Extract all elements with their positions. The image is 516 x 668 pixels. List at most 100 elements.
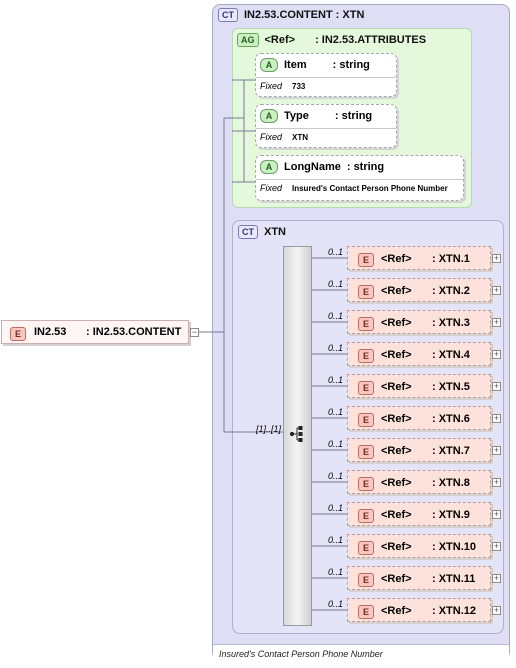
element-name: : XTN.11 bbox=[432, 573, 476, 585]
attribute-type: : string bbox=[334, 110, 373, 122]
element-name: : XTN.6 bbox=[432, 413, 470, 425]
element-icon: E bbox=[358, 349, 374, 363]
element-name: : XTN.5 bbox=[432, 381, 470, 393]
element-name: : XTN.12 bbox=[432, 605, 477, 617]
attribute-type: : string bbox=[346, 161, 385, 173]
element-ref: <Ref> bbox=[381, 509, 412, 521]
attribute-divider bbox=[256, 128, 396, 129]
element-ref: <Ref> bbox=[381, 285, 412, 297]
element-box[interactable]: E <Ref>: XTN.1 bbox=[347, 246, 491, 270]
root-element-name: IN2.53 bbox=[34, 326, 67, 338]
expand-toggle[interactable]: + bbox=[492, 446, 501, 455]
element-ref: <Ref> bbox=[381, 541, 412, 553]
attribute-divider bbox=[256, 179, 463, 180]
attribute-name: Item bbox=[284, 59, 307, 71]
element-ref: <Ref> bbox=[381, 349, 412, 361]
element-ref: <Ref> bbox=[381, 477, 412, 489]
element-box[interactable]: E <Ref> : XTN.10 bbox=[347, 534, 491, 558]
expand-toggle[interactable]: + bbox=[492, 606, 501, 615]
attribute-group-name: : IN2.53.ATTRIBUTES bbox=[315, 34, 427, 46]
element-ref: <Ref> bbox=[381, 317, 412, 329]
expand-toggle[interactable]: + bbox=[492, 286, 501, 295]
element-box[interactable]: E <Ref>: XTN.9 bbox=[347, 502, 491, 526]
complex-type-icon: CT bbox=[218, 8, 238, 22]
sequence-icon bbox=[289, 426, 303, 442]
element-box[interactable]: E <Ref>: XTN.8 bbox=[347, 470, 491, 494]
expand-toggle[interactable]: + bbox=[492, 510, 501, 519]
element-icon: E bbox=[358, 541, 374, 555]
element-name: : XTN.3 bbox=[432, 317, 470, 329]
element-ref: <Ref> bbox=[381, 413, 412, 425]
expand-toggle[interactable]: + bbox=[492, 478, 501, 487]
attribute-icon: A bbox=[260, 160, 278, 174]
element-ref: <Ref> bbox=[381, 445, 412, 457]
element-box[interactable]: E <Ref> : XTN.11 bbox=[347, 566, 491, 590]
expand-toggle[interactable]: + bbox=[492, 382, 501, 391]
complex-type-header: CT IN2.53.CONTENT : XTN bbox=[218, 8, 364, 22]
element-occurrence: 0..1 bbox=[328, 407, 344, 417]
attribute-fixed-value: Insured's Contact Person Phone Number bbox=[292, 184, 448, 193]
element-box[interactable]: E <Ref>: XTN.5 bbox=[347, 374, 491, 398]
element-name: : XTN.2 bbox=[432, 285, 470, 297]
complex-type-title: IN2.53.CONTENT : XTN bbox=[244, 9, 365, 21]
expand-toggle[interactable]: + bbox=[492, 254, 501, 263]
element-occurrence: 0..1 bbox=[328, 311, 344, 321]
element-occurrence: 0..1 bbox=[328, 471, 344, 481]
element-icon: E bbox=[358, 509, 374, 523]
root-collapse-toggle[interactable]: − bbox=[190, 328, 199, 337]
expand-toggle[interactable]: + bbox=[492, 414, 501, 423]
element-occurrence: 0..1 bbox=[328, 503, 344, 513]
element-occurrence: 0..1 bbox=[328, 599, 344, 609]
attribute-group-ref: <Ref> bbox=[264, 34, 296, 46]
attribute-fixed-value: 733 bbox=[292, 82, 306, 91]
attribute-fixed-label: Fixed bbox=[260, 183, 283, 193]
element-box[interactable]: E <Ref> : XTN.6 bbox=[347, 406, 491, 430]
expand-toggle[interactable]: + bbox=[492, 350, 501, 359]
element-box[interactable]: E <Ref>: XTN.4 bbox=[347, 342, 491, 366]
element-occurrence: 0..1 bbox=[328, 375, 344, 385]
attribute-divider bbox=[256, 77, 396, 78]
expand-toggle[interactable]: + bbox=[492, 574, 501, 583]
complex-type-icon: CT bbox=[238, 225, 258, 239]
element-name: : XTN.10 bbox=[432, 541, 477, 553]
attribute-name: LongName bbox=[284, 161, 341, 173]
xtn-type-header: CT XTN bbox=[238, 225, 286, 239]
root-element-box[interactable]: E IN2.53 : IN2.53.CONTENT bbox=[1, 320, 189, 344]
element-occurrence: 0..1 bbox=[328, 247, 344, 257]
attribute-fixed-label: Fixed bbox=[260, 81, 283, 91]
element-icon: E bbox=[358, 413, 374, 427]
element-ref: <Ref> bbox=[381, 573, 412, 585]
element-box[interactable]: E <Ref>: XTN.12 bbox=[347, 598, 491, 622]
attribute-item-box[interactable]: A Item : string Fixed 733 bbox=[255, 53, 397, 97]
expand-toggle[interactable]: + bbox=[492, 542, 501, 551]
element-name: : XTN.7 bbox=[432, 445, 470, 457]
element-icon: E bbox=[10, 327, 26, 341]
attribute-fixed-label: Fixed bbox=[260, 132, 283, 142]
expand-toggle[interactable]: + bbox=[492, 318, 501, 327]
attribute-longname-box[interactable]: A LongName : string Fixed Insured's Cont… bbox=[255, 155, 464, 201]
element-occurrence: 0..1 bbox=[328, 535, 344, 545]
attribute-group-header: AG <Ref> : IN2.53.ATTRIBUTES bbox=[237, 33, 426, 47]
sequence-occurrence: [1]..[1] bbox=[256, 424, 282, 434]
element-ref: <Ref> bbox=[381, 253, 412, 265]
attribute-group-icon: AG bbox=[237, 33, 259, 47]
element-ref: <Ref> bbox=[381, 605, 412, 617]
element-icon: E bbox=[358, 477, 374, 491]
attribute-icon: A bbox=[260, 58, 278, 72]
documentation-footer: Insured's Contact Person Phone Number bbox=[213, 644, 509, 664]
element-occurrence: 0..1 bbox=[328, 343, 344, 353]
element-box[interactable]: E <Ref> : XTN.3 bbox=[347, 310, 491, 334]
element-icon: E bbox=[358, 285, 374, 299]
attribute-type: : string bbox=[332, 59, 370, 71]
element-box[interactable]: E <Ref> : XTN.2 bbox=[347, 278, 491, 302]
attribute-icon: A bbox=[260, 109, 278, 123]
element-occurrence: 0..1 bbox=[328, 567, 344, 577]
attribute-type-box[interactable]: A Type : string Fixed XTN bbox=[255, 104, 397, 148]
element-icon: E bbox=[358, 253, 374, 267]
element-icon: E bbox=[358, 573, 374, 587]
element-icon: E bbox=[358, 445, 374, 459]
element-icon: E bbox=[358, 317, 374, 331]
element-occurrence: 0..1 bbox=[328, 279, 344, 289]
element-box[interactable]: E <Ref> : XTN.7 bbox=[347, 438, 491, 462]
element-icon: E bbox=[358, 381, 374, 395]
